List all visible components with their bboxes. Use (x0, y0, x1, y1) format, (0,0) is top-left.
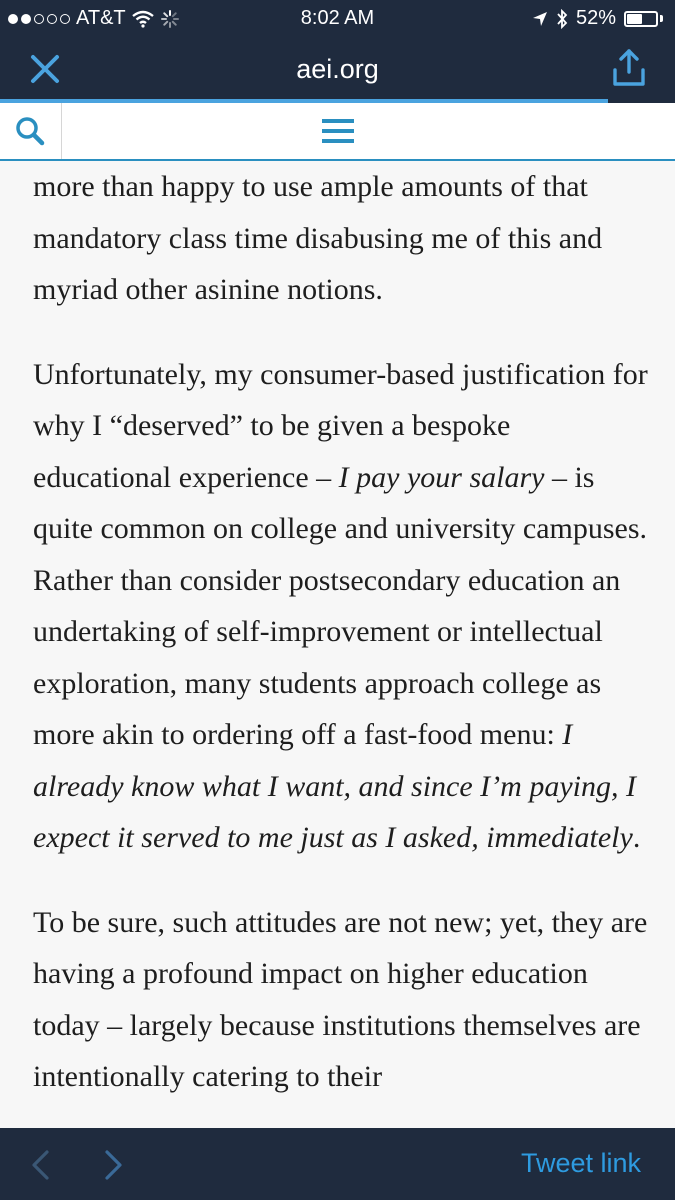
chevron-left-icon[interactable] (28, 1148, 54, 1182)
italic-quote: I pay your salary (338, 460, 545, 494)
article-paragraph: Unfortunately, my consumer-based justifi… (33, 357, 648, 855)
site-header (0, 103, 675, 161)
search-button[interactable] (0, 103, 62, 159)
browser-nav-bar: aei.org (0, 36, 675, 103)
page-domain-title: aei.org (296, 54, 379, 84)
article-paragraph: more than happy to use ample amounts of … (33, 170, 603, 306)
hamburger-menu-icon[interactable] (322, 119, 354, 147)
search-icon (16, 117, 45, 146)
location-arrow-icon (532, 11, 547, 26)
battery-tip (660, 15, 663, 22)
bluetooth-icon (557, 8, 568, 29)
article-paragraph: To be sure, such attitudes are not new; … (33, 905, 648, 1094)
chevron-right-icon[interactable] (100, 1148, 126, 1182)
status-right: 52% (532, 7, 663, 30)
battery-icon (624, 10, 658, 27)
share-icon[interactable] (611, 48, 647, 88)
bottom-toolbar: Tweet link (0, 1128, 675, 1200)
tweet-link-button[interactable]: Tweet link (521, 1148, 641, 1179)
battery-percent: 52% (575, 7, 616, 29)
status-bar: AT&T 8:02 AM 52% (0, 0, 675, 36)
article-body: more than happy to use ample amounts of … (33, 161, 653, 1128)
